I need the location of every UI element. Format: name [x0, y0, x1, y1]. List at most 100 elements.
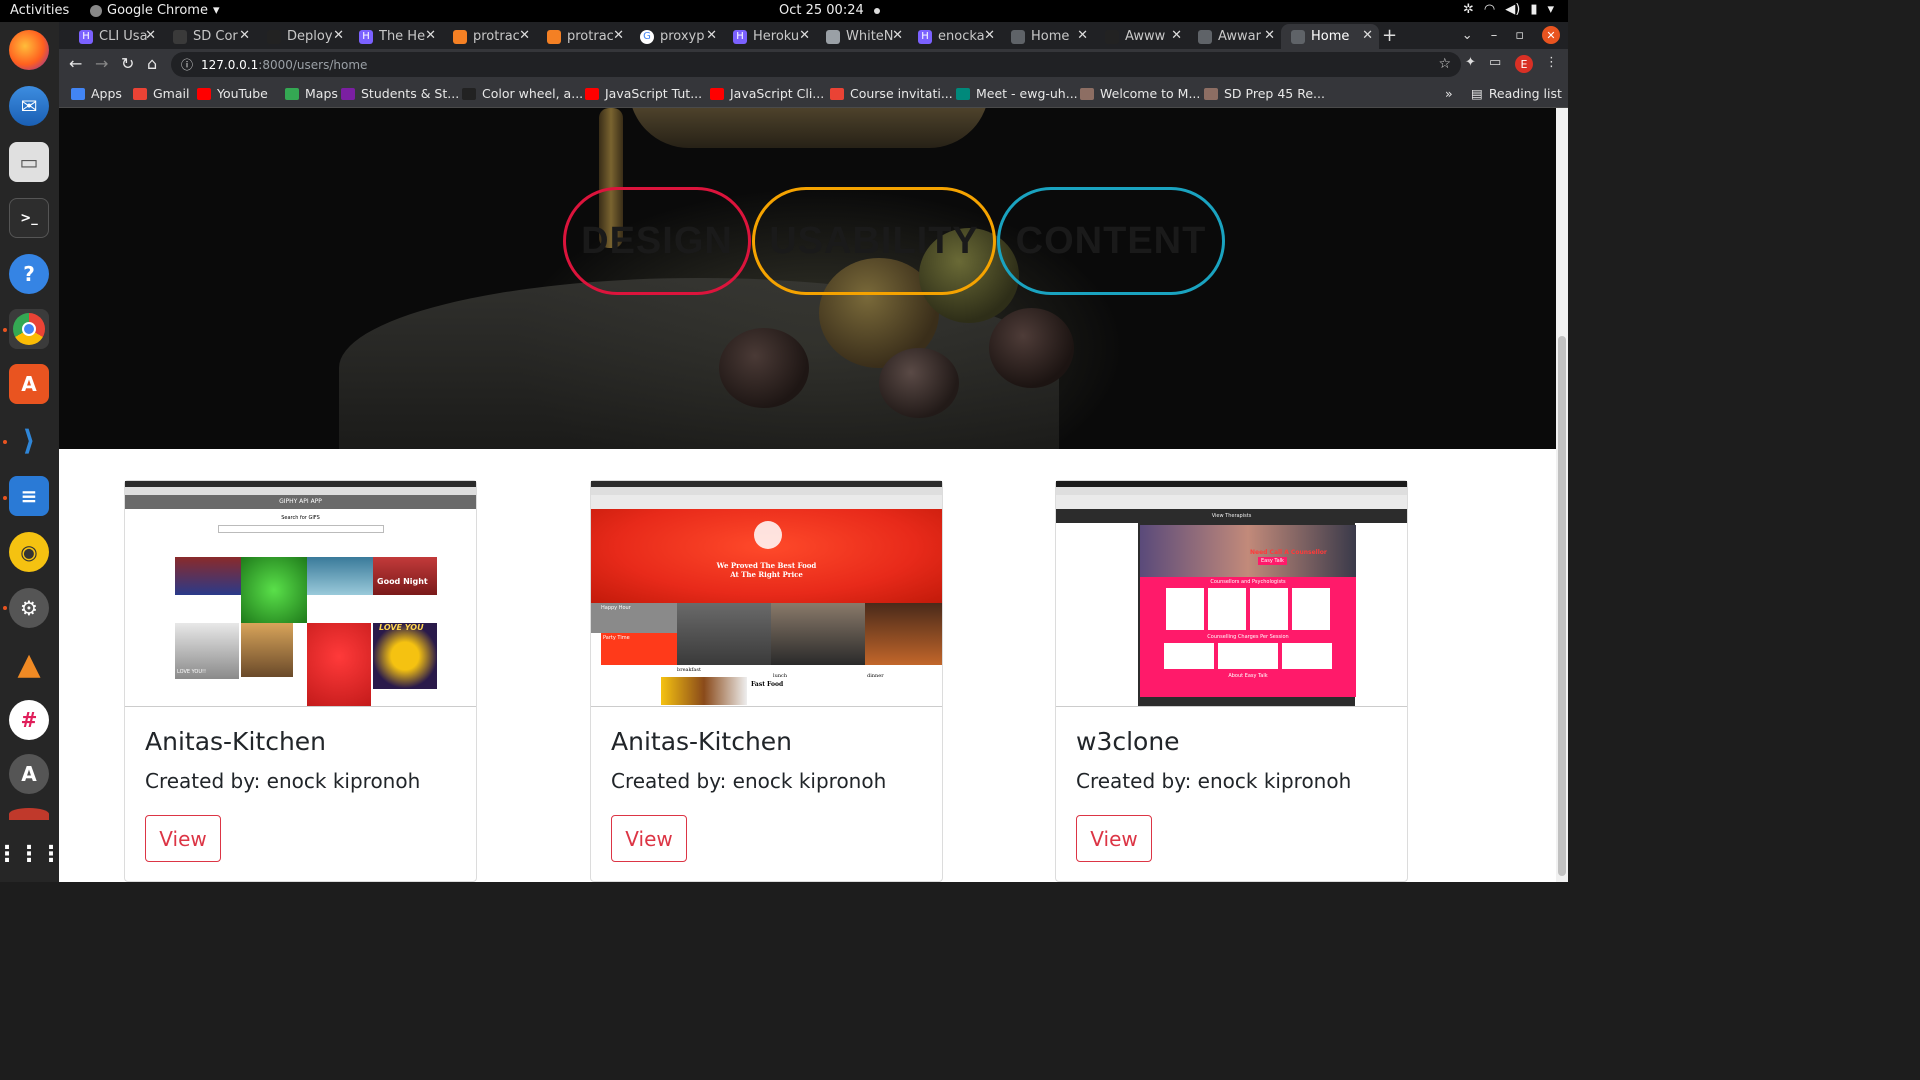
bookmark-item[interactable]: Students & St...: [341, 86, 459, 101]
close-window-icon[interactable]: ✕: [1542, 26, 1560, 44]
terminal-icon[interactable]: >_: [9, 198, 49, 238]
tab[interactable]: WhiteN ✕: [816, 24, 909, 49]
bookmark-favicon-icon: [285, 87, 299, 100]
view-project-button[interactable]: View: [145, 815, 221, 862]
page-scrollbar[interactable]: [1556, 108, 1568, 882]
bookmark-item[interactable]: Apps: [71, 86, 122, 101]
view-project-button[interactable]: View: [611, 815, 687, 862]
thumb-party-time: Party Time: [601, 633, 677, 665]
clock[interactable]: Oct 25 00:24: [779, 3, 880, 18]
tab-close-icon[interactable]: ✕: [984, 28, 995, 43]
tab[interactable]: Gproxyp ✕: [630, 24, 723, 49]
tab-close-icon[interactable]: ✕: [145, 28, 156, 43]
reading-list-button[interactable]: ▤ Reading list: [1471, 86, 1562, 101]
browser-window: H CLI Usa ✕ SD Cor ✕ Deploy ✕ H The He ✕ protrac ✕ p…: [59, 22, 1568, 108]
tab-close-icon[interactable]: ✕: [333, 28, 344, 43]
chrome-icon[interactable]: [9, 309, 49, 349]
tab-close-icon[interactable]: ✕: [519, 28, 530, 43]
rhythmbox-icon[interactable]: ◉: [9, 532, 49, 572]
slack-icon[interactable]: #: [9, 700, 49, 740]
tab-close-icon[interactable]: ✕: [1077, 28, 1088, 43]
vscode-icon[interactable]: ⟩: [9, 420, 49, 460]
bookmark-item[interactable]: Gmail: [133, 86, 189, 101]
tab-search-icon[interactable]: ⌄: [1462, 28, 1473, 43]
bookmark-label: Color wheel, a...: [482, 86, 584, 101]
thumb-counsellors: Counsellors and Psychologists: [1210, 579, 1286, 585]
thumb-figma-toolbar: View Therapists: [1056, 509, 1407, 523]
home-icon[interactable]: ⌂: [147, 54, 157, 73]
tab-title: proxyp: [660, 29, 705, 44]
cast-icon[interactable]: ▭: [1489, 55, 1501, 70]
bookmark-item[interactable]: Color wheel, a...: [462, 86, 583, 101]
text-editor-icon[interactable]: ≡: [9, 476, 49, 516]
tab-title: protrac: [567, 29, 614, 44]
tab[interactable]: Awww ✕: [1095, 24, 1188, 49]
bookmarks-overflow-icon[interactable]: »: [1445, 86, 1453, 101]
tab[interactable]: protrac ✕: [443, 24, 536, 49]
tab-close-icon[interactable]: ✕: [1264, 28, 1275, 43]
tab[interactable]: Henocka ✕: [908, 24, 1001, 49]
more-menu-icon[interactable]: ⋮: [1545, 55, 1558, 70]
reload-icon[interactable]: ↻: [121, 54, 134, 73]
bookmark-item[interactable]: YouTube: [197, 86, 268, 101]
bookmark-favicon-icon: [197, 87, 211, 100]
new-tab-icon[interactable]: +: [1382, 25, 1397, 46]
updater-icon[interactable]: A: [9, 754, 49, 794]
bookmark-star-icon[interactable]: ☆: [1438, 56, 1451, 72]
extensions-icon[interactable]: ✦: [1465, 55, 1476, 70]
help-icon[interactable]: ?: [9, 254, 49, 294]
show-apps-icon[interactable]: ⋮⋮⋮: [0, 834, 62, 874]
forward-icon[interactable]: →: [95, 54, 108, 73]
bookmark-item[interactable]: Meet - ewg-uh...: [956, 86, 1078, 101]
maximize-icon[interactable]: ▫: [1515, 28, 1524, 43]
app-menu[interactable]: Google Chrome ▾: [90, 3, 220, 18]
tab[interactable]: H The He ✕: [349, 24, 442, 49]
activities-button[interactable]: Activities: [10, 3, 69, 18]
app-icon[interactable]: [9, 808, 49, 820]
tab[interactable]: protrac ✕: [537, 24, 630, 49]
tab-favicon-icon: [1291, 29, 1305, 44]
tab[interactable]: SD Cor ✕: [163, 24, 256, 49]
tab[interactable]: Deploy ✕: [257, 24, 350, 49]
thumb-fast-food: Fast Food: [751, 681, 784, 688]
view-project-button[interactable]: View: [1076, 815, 1152, 862]
pill-content[interactable]: CONTENT: [997, 187, 1225, 295]
bookmark-item[interactable]: Welcome to M...: [1080, 86, 1200, 101]
tab-close-icon[interactable]: ✕: [613, 28, 624, 43]
system-tray[interactable]: ✲ ◠ ◀) ▮ ▾: [1463, 2, 1554, 17]
bookmark-item[interactable]: Maps: [285, 86, 338, 101]
bookmark-item[interactable]: JavaScript Cli...: [710, 86, 824, 101]
tab-close-icon[interactable]: ✕: [799, 28, 810, 43]
files-icon[interactable]: ▭: [9, 142, 49, 182]
bookmark-item[interactable]: JavaScript Tut...: [585, 86, 702, 101]
tab-close-icon[interactable]: ✕: [892, 28, 903, 43]
firefox-icon[interactable]: [9, 30, 49, 70]
tab[interactable]: H Heroku ✕: [723, 24, 816, 49]
tab-close-icon[interactable]: ✕: [1171, 28, 1182, 43]
bookmark-item[interactable]: Course invitati...: [830, 86, 953, 101]
tab-close-icon[interactable]: ✕: [1362, 28, 1373, 43]
back-icon[interactable]: ←: [69, 54, 82, 73]
software-center-icon[interactable]: A: [9, 364, 49, 404]
tab[interactable]: Home ✕: [1001, 24, 1094, 49]
vlc-icon[interactable]: ▲: [9, 644, 49, 684]
tab-close-icon[interactable]: ✕: [239, 28, 250, 43]
thunderbird-icon[interactable]: ✉: [9, 86, 49, 126]
url-host: 127.0.0.1: [201, 57, 259, 72]
settings-icon[interactable]: ⚙: [9, 588, 49, 628]
bookmark-favicon-icon: [341, 87, 355, 100]
tab[interactable]: Home ✕: [1281, 24, 1379, 49]
profile-avatar[interactable]: E: [1515, 55, 1533, 73]
pill-usability[interactable]: USABILITY: [752, 187, 996, 295]
tab-close-icon[interactable]: ✕: [425, 28, 436, 43]
pill-design[interactable]: DESIGN: [563, 187, 751, 295]
tab[interactable]: Awwar ✕: [1188, 24, 1281, 49]
scrollbar-thumb[interactable]: [1558, 336, 1566, 876]
bookmark-favicon-icon: [710, 87, 724, 100]
bookmark-item[interactable]: SD Prep 45 Re...: [1204, 86, 1325, 101]
address-bar[interactable]: ⓘ 127.0.0.1:8000/users/home ☆: [171, 52, 1461, 77]
tab-close-icon[interactable]: ✕: [706, 28, 717, 43]
minimize-icon[interactable]: –: [1491, 28, 1498, 43]
tab-title: Awwar: [1218, 29, 1261, 44]
tab[interactable]: H CLI Usa ✕: [69, 24, 162, 49]
